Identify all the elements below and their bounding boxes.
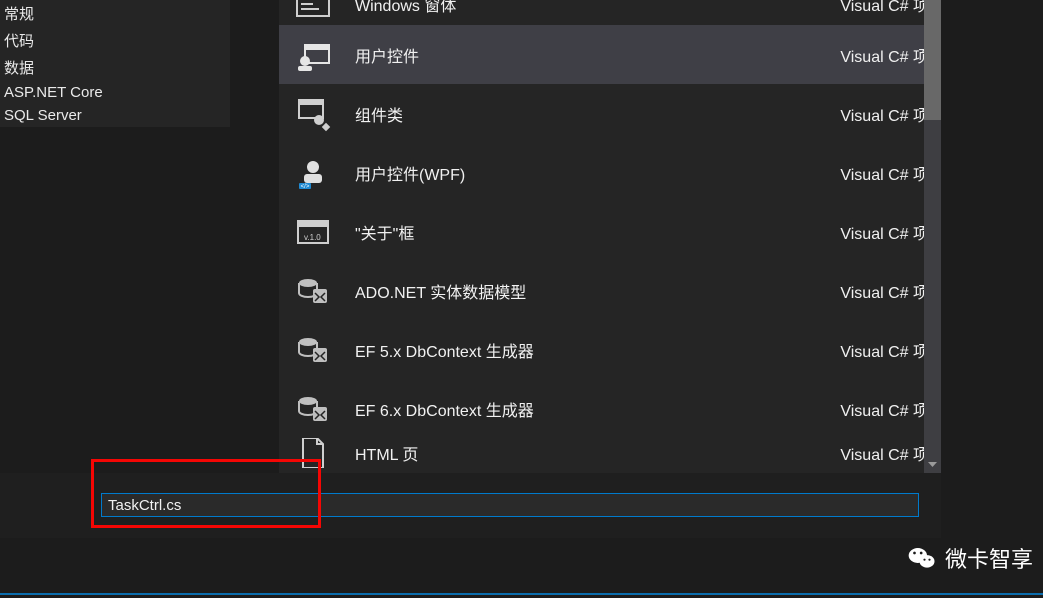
template-item-user-control-wpf[interactable]: </> 用户控件(WPF) Visual C# 项 [279, 143, 941, 202]
template-lang: Visual C# 项 [840, 338, 929, 362]
wechat-icon [907, 543, 937, 573]
template-label: "关于"框 [355, 220, 840, 244]
template-item-user-control[interactable]: 用户控件 Visual C# 项 [279, 25, 941, 84]
component-icon [295, 96, 331, 132]
template-label: Windows 窗体 [355, 0, 840, 16]
ef-icon [295, 391, 331, 427]
sidebar-item-general[interactable]: 常规 [4, 0, 230, 27]
sidebar-item-aspnet[interactable]: ASP.NET Core [4, 81, 230, 104]
sidebar-item-label: ASP.NET Core [4, 84, 103, 101]
ef-icon [295, 332, 331, 368]
html-icon [295, 438, 331, 468]
template-item-adonet-edm[interactable]: ADO.NET 实体数据模型 Visual C# 项 [279, 261, 941, 320]
template-label: 用户控件(WPF) [355, 161, 840, 185]
template-lang: Visual C# 项 [840, 397, 929, 421]
scrollbar-thumb[interactable] [924, 0, 941, 120]
template-item-ef5-dbcontext[interactable]: EF 5.x DbContext 生成器 Visual C# 项 [279, 320, 941, 379]
template-label: EF 5.x DbContext 生成器 [355, 338, 840, 362]
template-lang: Visual C# 项 [840, 279, 929, 303]
ef-icon [295, 273, 331, 309]
template-label: 用户控件 [355, 43, 840, 67]
usercontrol-icon [295, 37, 331, 73]
sidebar-item-sqlserver[interactable]: SQL Server [4, 104, 230, 127]
about-box-icon: v.1.0 [295, 214, 331, 250]
template-lang: Visual C# 项 [840, 161, 929, 185]
template-list: Windows 窗体 Visual C# 项 用户控件 Visual C# 项 … [279, 0, 941, 473]
template-lang: Visual C# 项 [840, 220, 929, 244]
template-lang: Visual C# 项 [840, 0, 929, 16]
svg-text:v.1.0: v.1.0 [304, 233, 321, 242]
sidebar-item-label: SQL Server [4, 107, 82, 124]
template-item-ef6-dbcontext[interactable]: EF 6.x DbContext 生成器 Visual C# 项 [279, 379, 941, 438]
watermark: 微卡智享 [907, 542, 1033, 574]
category-sidebar: 常规 代码 数据 ASP.NET Core SQL Server [0, 0, 230, 127]
file-name-input[interactable] [101, 493, 919, 517]
template-item-html-page[interactable]: HTML 页 Visual C# 项 [279, 438, 941, 468]
sidebar-item-code[interactable]: 代码 [4, 27, 230, 54]
sidebar-item-label: 常规 [4, 6, 34, 23]
template-item-component[interactable]: 组件类 Visual C# 项 [279, 84, 941, 143]
sidebar-item-label: 代码 [4, 33, 34, 50]
template-item-windows-form[interactable]: Windows 窗体 Visual C# 项 [279, 0, 941, 25]
template-item-about-box[interactable]: v.1.0 "关于"框 Visual C# 项 [279, 202, 941, 261]
winform-icon [295, 0, 331, 22]
template-label: ADO.NET 实体数据模型 [355, 279, 840, 303]
sidebar-item-data[interactable]: 数据 [4, 54, 230, 81]
template-lang: Visual C# 项 [840, 43, 929, 67]
svg-text:</>: </> [301, 184, 310, 190]
template-label: HTML 页 [355, 441, 840, 465]
template-lang: Visual C# 项 [840, 102, 929, 126]
scrollbar-down-arrow[interactable] [924, 456, 941, 473]
template-list-scrollbar[interactable] [924, 0, 941, 473]
template-lang: Visual C# 项 [840, 441, 929, 465]
bottom-divider [0, 593, 1043, 595]
sidebar-item-label: 数据 [4, 60, 34, 77]
watermark-text: 微卡智享 [945, 542, 1033, 574]
template-label: EF 6.x DbContext 生成器 [355, 397, 840, 421]
template-label: 组件类 [355, 102, 840, 126]
usercontrol-wpf-icon: </> [295, 155, 331, 191]
